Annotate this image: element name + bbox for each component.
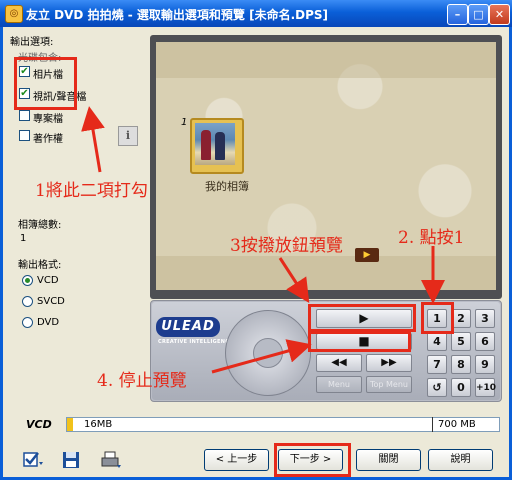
preview-next-icon[interactable]: ▶: [355, 248, 379, 262]
annotation-step3: 3按撥放鈕預覽: [230, 236, 343, 256]
format-svcd-radio[interactable]: [22, 296, 33, 307]
format-vcd-label: VCD: [37, 275, 59, 286]
key-8[interactable]: 8: [451, 355, 471, 374]
album-count-label: 相簿總數:: [18, 220, 62, 231]
save-icon[interactable]: [60, 450, 82, 470]
key-0[interactable]: 0: [451, 378, 471, 397]
maximize-button[interactable]: □: [468, 4, 489, 25]
key-5[interactable]: 5: [451, 332, 471, 351]
key-6[interactable]: 6: [475, 332, 495, 351]
annotation-box-play: [308, 304, 416, 332]
output-format-label: 輸出格式:: [18, 260, 62, 271]
page-marker: 1: [181, 117, 188, 128]
top-menu-button[interactable]: Top Menu: [366, 376, 412, 393]
photo-person: [215, 132, 225, 160]
album-caption: 我的相簿: [205, 180, 249, 193]
project-files-checkbox[interactable]: [19, 110, 30, 121]
key-3[interactable]: 3: [475, 309, 495, 328]
project-files-label: 專案檔: [33, 114, 63, 125]
disc-type-label: VCD: [26, 418, 52, 431]
key-plus-10[interactable]: +10: [475, 378, 496, 397]
format-dvd-label: DVD: [37, 317, 60, 328]
key-7[interactable]: 7: [427, 355, 447, 374]
ulead-tagline: CREATIVE INTELLIGENCE: [158, 339, 233, 345]
dial-enter-button[interactable]: [253, 338, 283, 368]
preview-band-top: [156, 42, 496, 78]
disc-capacity-label: 700 MB: [438, 419, 476, 430]
key-9[interactable]: 9: [475, 355, 495, 374]
help-button[interactable]: 說明: [428, 449, 493, 471]
copyright-checkbox[interactable]: [19, 130, 30, 141]
disc-used-label: 16MB: [84, 419, 113, 430]
title-bar: ◎ 友立 DVD 拍拍燒 - 選取輸出選項和預覽 [未命名.DPS] – □ ✕: [0, 0, 512, 27]
annotation-box-checkboxes: [14, 57, 77, 110]
annotation-step1: 1將此二項打勾: [35, 181, 148, 201]
menu-button[interactable]: Menu: [316, 376, 362, 393]
return-key[interactable]: ↺: [427, 378, 447, 397]
annotation-step4: 4. 停止預覽: [97, 371, 187, 391]
rewind-button[interactable]: ◀◀: [316, 354, 362, 372]
disc-usage-fill: [67, 418, 73, 431]
copyright-label: 著作權: [33, 134, 63, 145]
annotation-box-stop: [308, 331, 411, 352]
key-2[interactable]: 2: [451, 309, 471, 328]
format-vcd-radio[interactable]: [22, 275, 33, 286]
format-svcd-label: SVCD: [37, 296, 65, 307]
preview-band-bottom: [156, 256, 496, 290]
info-icon[interactable]: i: [118, 126, 138, 146]
disc-usage-bar: [66, 417, 500, 432]
album-count-value: 1: [20, 233, 27, 244]
photo-person: [201, 130, 211, 160]
app-icon: ◎: [5, 5, 23, 23]
annotation-box-key1: [421, 302, 454, 334]
forward-button[interactable]: ▶▶: [366, 354, 412, 372]
close-button[interactable]: 關閉: [356, 449, 421, 471]
ulead-logo: ULEAD: [156, 317, 220, 337]
key-4[interactable]: 4: [427, 332, 447, 351]
annotation-box-next: [274, 443, 351, 477]
close-window-button[interactable]: ✕: [489, 4, 510, 25]
check-options-icon[interactable]: [22, 450, 44, 470]
minimize-button[interactable]: –: [447, 4, 468, 25]
print-icon[interactable]: [100, 450, 122, 470]
annotation-step2: 2. 點按1: [398, 228, 465, 248]
format-dvd-radio[interactable]: [22, 317, 33, 328]
disc-capacity-marker: [432, 417, 433, 432]
window-title: 友立 DVD 拍拍燒 - 選取輸出選項和預覽 [未命名.DPS]: [26, 8, 329, 22]
back-button[interactable]: < 上一步: [204, 449, 269, 471]
output-options-heading: 輸出選項:: [10, 37, 54, 48]
